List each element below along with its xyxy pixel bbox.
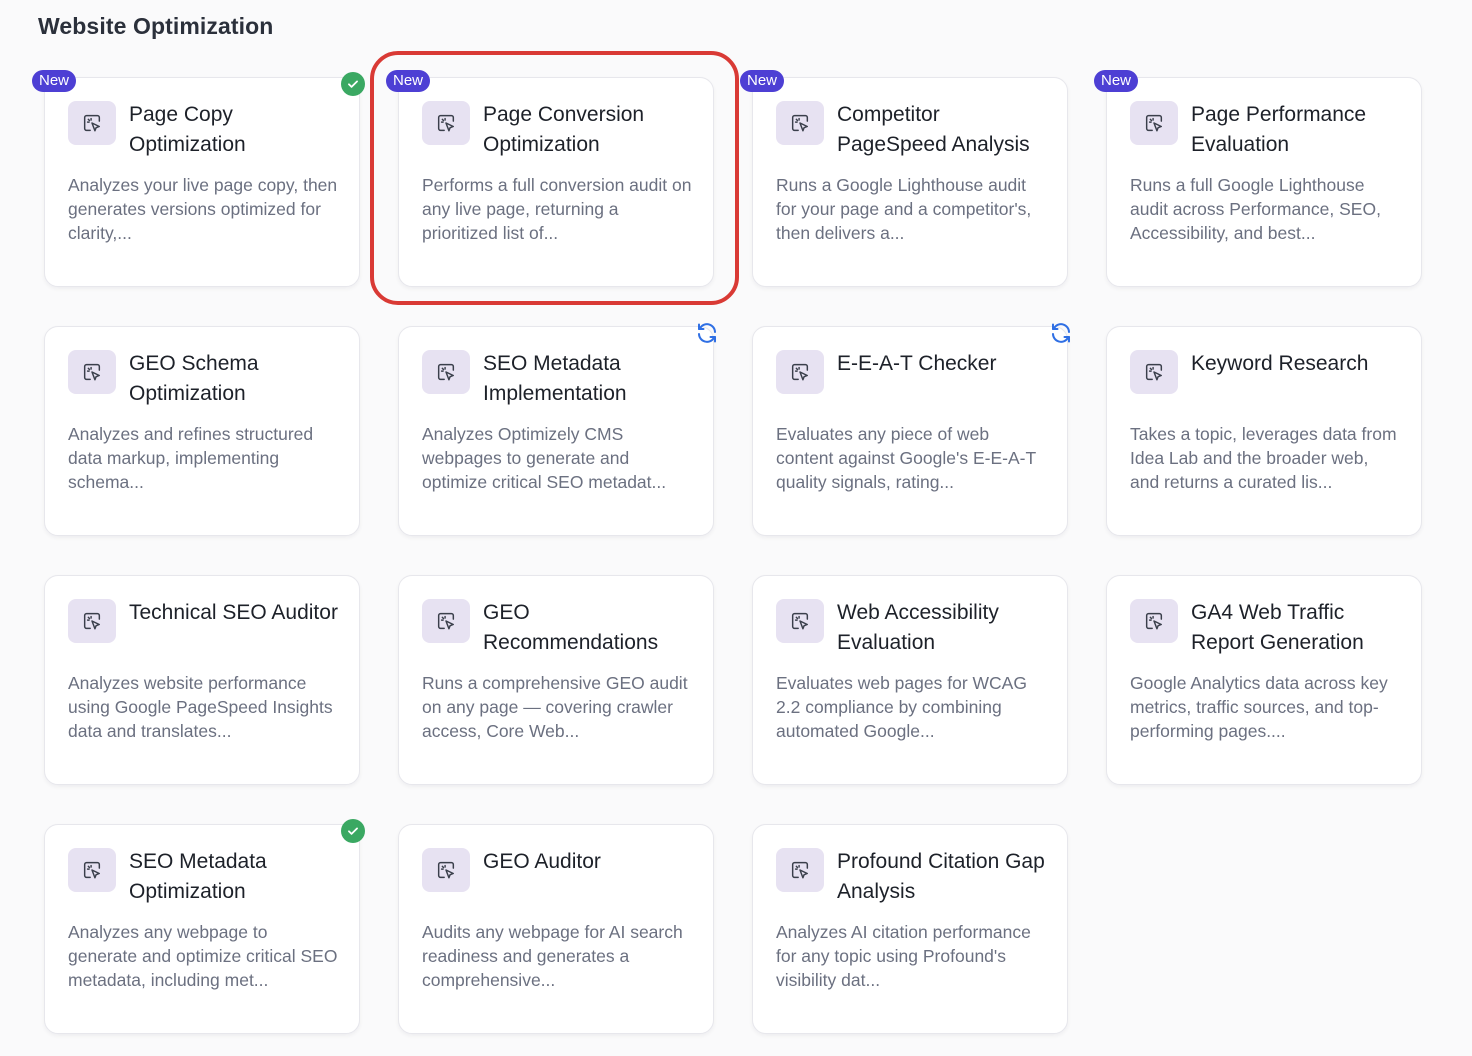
card-title: Competitor PageSpeed Analysis bbox=[837, 103, 1030, 156]
card-title: Page Performance Evaluation bbox=[1191, 103, 1367, 156]
card-title: E-E-A-T Checker bbox=[837, 352, 997, 375]
cursor-click-icon bbox=[68, 350, 116, 394]
agent-card[interactable]: Keyword Research Takes a topic, leverages… bbox=[1106, 326, 1422, 536]
card-title: GEO Auditor bbox=[483, 850, 601, 873]
check-circle-icon bbox=[341, 819, 365, 843]
website-optimization-page: Website Optimization New Page Copy Optimi… bbox=[0, 0, 1472, 1056]
card-description: Runs a Google Lighthouse audit for your … bbox=[776, 175, 1032, 243]
card-description: Analyzes AI citation performance for any… bbox=[776, 922, 1031, 990]
agent-card[interactable]: SEO Metadata Implementation Analyzes Opti… bbox=[398, 323, 716, 536]
agent-card[interactable]: New Page Copy Optimization Analyzes your l… bbox=[32, 70, 365, 287]
new-badge: New bbox=[386, 70, 431, 92]
card-title: Page Conversion Optimization bbox=[483, 103, 645, 156]
cursor-click-icon bbox=[776, 848, 824, 892]
agent-card-grid: New Page Copy Optimization Analyzes your l… bbox=[32, 51, 1422, 1034]
cursor-click-icon bbox=[776, 101, 824, 145]
cursor-click-icon bbox=[422, 101, 470, 145]
card-title: Technical SEO Auditor bbox=[129, 601, 338, 624]
card-description: Performs a full conversion audit on any … bbox=[422, 175, 692, 243]
card-title: Profound Citation Gap Analysis bbox=[837, 850, 1045, 903]
card-description: Analyzes any webpage to generate and opt… bbox=[68, 922, 338, 990]
cursor-click-icon bbox=[1130, 101, 1178, 145]
card-description: Runs a comprehensive GEO audit on any pa… bbox=[422, 673, 688, 741]
agent-card[interactable]: E-E-A-T Checker Evaluates any piece of we… bbox=[752, 323, 1070, 536]
card-description: Analyzes Optimizely CMS webpages to gene… bbox=[422, 424, 667, 492]
agent-card[interactable]: Profound Citation Gap Analysis Analyzes A… bbox=[752, 824, 1068, 1034]
new-badge: New bbox=[32, 70, 77, 92]
card-description: Audits any webpage for AI search readine… bbox=[422, 922, 683, 990]
agent-card[interactable]: GEO Recommendations Runs a comprehensive … bbox=[398, 575, 714, 785]
check-circle-icon bbox=[341, 72, 365, 96]
card-title: Keyword Research bbox=[1191, 352, 1369, 375]
card-description: Runs a full Google Lighthouse audit acro… bbox=[1130, 175, 1381, 243]
cursor-click-icon bbox=[68, 848, 116, 892]
card-description: Takes a topic, leverages data from Idea … bbox=[1130, 424, 1397, 492]
agent-card[interactable]: New Competitor PageSpeed Analysis Runs a G… bbox=[740, 70, 1068, 287]
cursor-click-icon bbox=[422, 848, 470, 892]
agent-card[interactable]: New Page Performance Evaluation Runs a ful… bbox=[1094, 70, 1422, 287]
section-title: Website Optimization bbox=[38, 13, 274, 39]
card-description: Evaluates any piece of web content again… bbox=[776, 424, 1036, 492]
cursor-click-icon bbox=[422, 599, 470, 643]
new-badge: New bbox=[740, 70, 785, 92]
cursor-click-icon bbox=[1130, 599, 1178, 643]
agent-card[interactable]: GEO Auditor Audits any webpage for AI sea… bbox=[398, 824, 714, 1034]
card-description: Analyzes and refines structured data mar… bbox=[68, 424, 314, 492]
card-title: GEO Recommendations bbox=[483, 601, 659, 654]
card-description: Analyzes website performance using Googl… bbox=[68, 673, 333, 741]
card-description: Analyzes your live page copy, then gener… bbox=[68, 175, 338, 243]
cursor-click-icon bbox=[1130, 350, 1178, 394]
agent-card[interactable]: GEO Schema Optimization Analyzes and refi… bbox=[44, 326, 360, 536]
cursor-click-icon bbox=[68, 599, 116, 643]
agent-card[interactable]: Web Accessibility Evaluation Evaluates we… bbox=[752, 575, 1068, 785]
card-title: GA4 Web Traffic Report Generation bbox=[1191, 601, 1364, 654]
sync-icon bbox=[695, 321, 719, 345]
agent-card[interactable]: SEO Metadata Optimization Analyzes any we… bbox=[44, 819, 365, 1034]
agent-card[interactable]: Technical SEO Auditor Analyzes website pe… bbox=[44, 575, 360, 785]
card-description: Google Analytics data across key metrics… bbox=[1130, 673, 1388, 741]
agent-card[interactable]: GA4 Web Traffic Report Generation Google … bbox=[1106, 575, 1422, 785]
new-badge: New bbox=[1094, 70, 1139, 92]
card-title: GEO Schema Optimization bbox=[129, 352, 259, 405]
card-title: SEO Metadata Implementation bbox=[483, 352, 627, 405]
card-title: Page Copy Optimization bbox=[129, 103, 246, 156]
agent-card[interactable]: New Page Conversion Optimization Performs … bbox=[370, 51, 739, 305]
card-title: Web Accessibility Evaluation bbox=[837, 601, 999, 654]
cursor-click-icon bbox=[776, 350, 824, 394]
cursor-click-icon bbox=[776, 599, 824, 643]
card-description: Evaluates web pages for WCAG 2.2 complia… bbox=[776, 673, 1027, 741]
card-title: SEO Metadata Optimization bbox=[129, 850, 267, 903]
cursor-click-icon bbox=[68, 101, 116, 145]
cursor-click-icon bbox=[422, 350, 470, 394]
sync-icon bbox=[1049, 321, 1073, 345]
